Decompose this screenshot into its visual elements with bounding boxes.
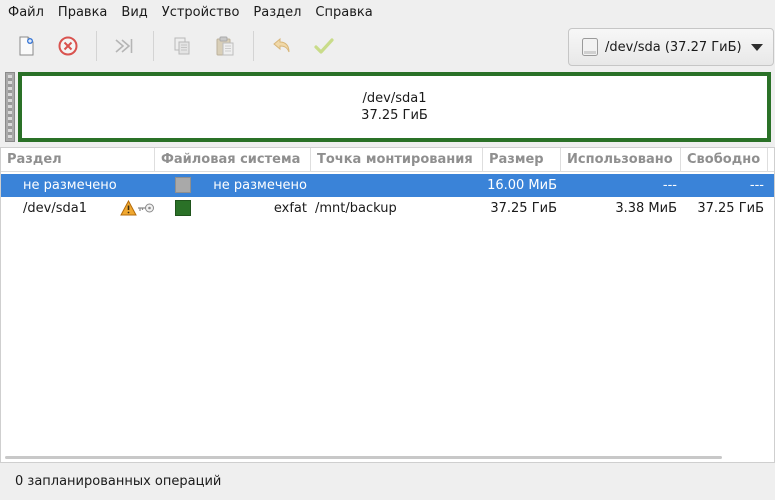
resize-move-button[interactable] <box>107 30 141 62</box>
cell-filesystem: exfat <box>273 201 307 216</box>
column-used[interactable]: Использовано <box>561 148 681 172</box>
toolbar: /dev/sda (37.27 ГиБ) <box>0 25 775 69</box>
partition-segment-size: 37.25 ГиБ <box>361 108 428 123</box>
column-mountpoint[interactable]: Точка монтирования <box>311 148 483 172</box>
undo-button[interactable] <box>265 30 299 62</box>
column-size[interactable]: Размер <box>483 148 561 172</box>
device-label: /dev/sda (37.27 ГиБ) <box>605 39 742 55</box>
cell-partition: /dev/sda1 <box>23 201 87 216</box>
menubar: Файл Правка Вид Устройство Раздел Справк… <box>0 0 775 25</box>
partition-segment-name: /dev/sda1 <box>362 91 427 106</box>
column-filesystem[interactable]: Файловая система <box>155 148 311 172</box>
toolbar-separator <box>96 31 97 61</box>
menu-device[interactable]: Устройство <box>155 0 247 25</box>
paste-button[interactable] <box>208 30 242 62</box>
delete-circle-icon <box>58 36 78 56</box>
unallocated-segment[interactable] <box>5 72 15 142</box>
menu-partition[interactable]: Раздел <box>246 0 308 25</box>
cell-filesystem: не размечено <box>213 178 307 193</box>
toolbar-separator <box>153 31 154 61</box>
cell-size: 37.25 ГиБ <box>490 201 557 216</box>
cell-used: --- <box>662 178 677 193</box>
cell-size: 16.00 МиБ <box>487 178 557 193</box>
cell-mountpoint: /mnt/backup <box>315 201 397 216</box>
chevron-down-icon <box>751 44 763 51</box>
cell-used: 3.38 МиБ <box>615 201 677 216</box>
menu-edit[interactable]: Правка <box>51 0 114 25</box>
resize-arrow-icon <box>115 39 133 53</box>
undo-icon <box>273 37 290 53</box>
column-partition[interactable]: Раздел <box>1 148 155 172</box>
copy-button[interactable] <box>165 30 199 62</box>
partition-graphic: /dev/sda1 37.25 ГиБ <box>0 70 775 144</box>
copy-icon <box>174 37 190 55</box>
delete-partition-button[interactable] <box>51 30 85 62</box>
partition-table: Раздел Файловая система Точка монтирован… <box>0 147 775 463</box>
cell-partition: не размечено <box>23 178 117 193</box>
menu-file[interactable]: Файл <box>1 0 51 25</box>
new-partition-button[interactable] <box>9 30 43 62</box>
warning-icon <box>120 200 137 216</box>
paste-icon <box>216 36 234 56</box>
horizontal-scrollbar[interactable] <box>5 456 722 459</box>
hard-disk-icon <box>582 38 598 56</box>
menu-help[interactable]: Справка <box>308 0 379 25</box>
device-selector[interactable]: /dev/sda (37.27 ГиБ) <box>568 28 774 66</box>
apply-button[interactable] <box>307 30 341 62</box>
partition-segment-sda1[interactable]: /dev/sda1 37.25 ГиБ <box>18 72 771 142</box>
table-row[interactable]: /dev/sda1 exfat /mnt/backup 37.25 ГиБ 3.… <box>1 197 774 220</box>
menu-view[interactable]: Вид <box>114 0 154 25</box>
checkmark-icon <box>314 38 334 54</box>
table-row[interactable]: не размечено не размечено 16.00 МиБ --- … <box>1 174 774 197</box>
filesystem-color-swatch <box>175 177 191 193</box>
filesystem-color-swatch <box>175 200 191 216</box>
key-icon <box>138 203 154 213</box>
table-header: Раздел Файловая система Точка монтирован… <box>1 148 774 172</box>
status-bar: 0 запланированных операций <box>15 474 222 489</box>
toolbar-separator <box>253 31 254 61</box>
new-document-icon <box>19 36 34 56</box>
cell-free: 37.25 ГиБ <box>697 201 764 216</box>
column-free[interactable]: Свободно <box>681 148 768 172</box>
cell-free: --- <box>749 178 764 193</box>
